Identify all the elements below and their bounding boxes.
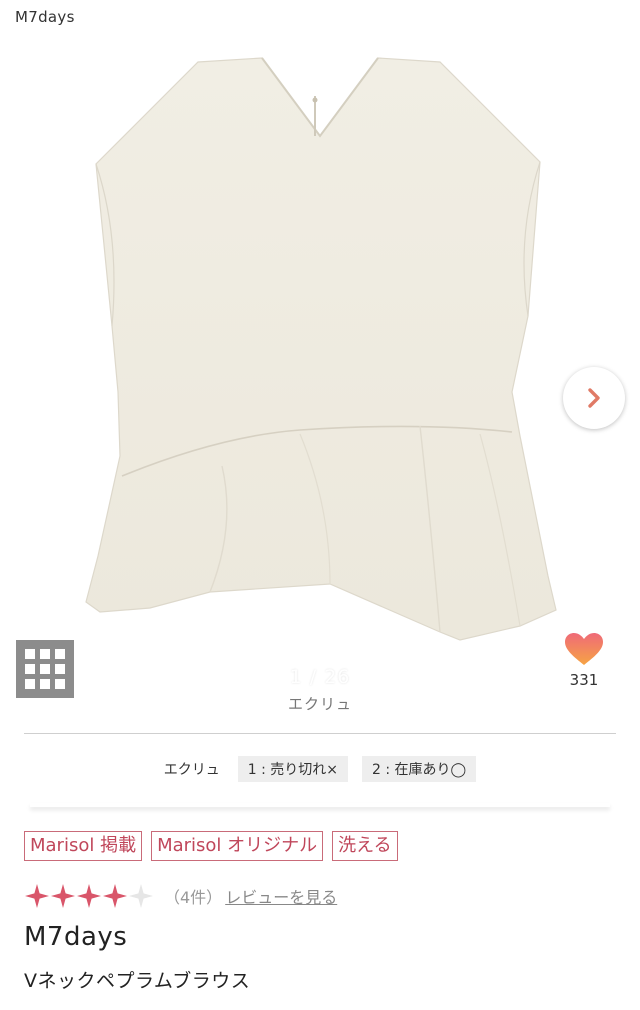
selected-color-name: エクリュ [287, 695, 352, 713]
tag-marisol-original[interactable]: Marisol オリジナル [151, 831, 324, 861]
next-image-button[interactable] [563, 367, 625, 429]
chevron-right-icon [588, 388, 600, 408]
product-brand[interactable]: M7days [24, 922, 127, 952]
grid-view-icon [25, 649, 65, 689]
size-option-2[interactable]: 2 : 在庫あり◯ [362, 756, 477, 782]
star-filled-icon [77, 884, 101, 908]
tag-marisol-featured[interactable]: Marisol 掲載 [24, 831, 143, 861]
rating-row: （4件） レビューを見る [24, 882, 337, 910]
divider [24, 733, 616, 734]
tag-list: Marisol 掲載 Marisol オリジナル 洗える [24, 831, 398, 861]
product-gallery[interactable]: 1 / 26 331 [0, 36, 640, 698]
star-filled-icon [103, 884, 127, 908]
star-filled-icon [51, 884, 75, 908]
tag-washable[interactable]: 洗える [332, 831, 398, 861]
star-empty-icon [129, 884, 153, 908]
grid-view-button[interactable] [16, 640, 74, 698]
star-rating [24, 882, 154, 910]
favorite-count: 331 [569, 671, 599, 689]
size-option-1[interactable]: 1 : 売り切れ× [237, 756, 349, 782]
product-page: M7days 1 / 26 331 エクリュ エクリュ 1: 売り切れ× 2 … [0, 0, 640, 1010]
star-filled-icon [25, 884, 49, 908]
review-count: （4件） [164, 888, 223, 907]
variant-row: エクリュ 1 : 売り切れ× 2 : 在庫あり◯ [0, 756, 640, 782]
header-brand[interactable]: M7days [15, 8, 75, 26]
image-counter: 1 / 26 [289, 666, 351, 688]
variant-color-label: エクリュ [163, 762, 220, 778]
heart-icon [565, 633, 603, 665]
product-image[interactable] [0, 36, 640, 676]
section-shadow [30, 803, 610, 807]
view-reviews-link[interactable]: レビューを見る [225, 884, 337, 908]
favorite-button[interactable]: 331 [562, 632, 606, 689]
product-title: Vネックペプラムブラウス [24, 970, 251, 992]
